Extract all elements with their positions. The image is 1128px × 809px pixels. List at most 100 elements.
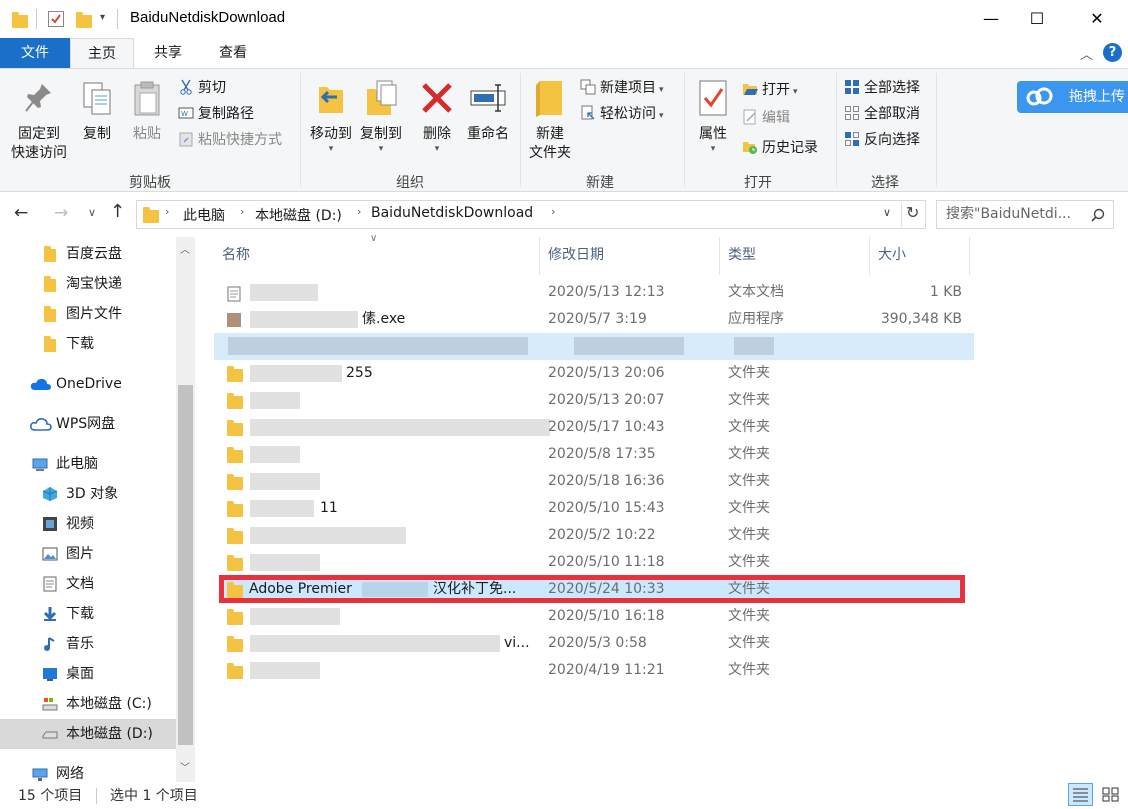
- pin-quick-access-button[interactable]: 固定到 快速访问: [8, 81, 70, 163]
- nav-item-this-pc[interactable]: 此电脑: [0, 449, 176, 479]
- nav-item-drive-c[interactable]: 本地磁盘 (C:): [0, 689, 176, 719]
- close-button[interactable]: ✕: [1074, 0, 1120, 38]
- back-arrow-icon[interactable]: ←: [14, 203, 28, 223]
- nav-item-pictures[interactable]: 图片: [0, 539, 176, 569]
- file-name: 255: [346, 365, 373, 381]
- scroll-down-icon[interactable]: ﹀: [180, 759, 190, 774]
- file-row[interactable]: 2020/5/8 17:35 文件夹: [222, 441, 962, 468]
- edit-button[interactable]: 编辑: [742, 107, 790, 129]
- select-all-button[interactable]: 全部选择: [844, 77, 920, 99]
- nav-item-onedrive[interactable]: OneDrive: [0, 369, 176, 399]
- file-row[interactable]: 2020/5/10 11:18 文件夹: [222, 549, 962, 576]
- copy-to-button[interactable]: 复制到 ▾: [356, 79, 406, 154]
- easy-access-button[interactable]: 轻松访问 ▾: [580, 103, 664, 125]
- up-arrow-icon[interactable]: ↑: [110, 201, 125, 222]
- file-date: 2020/5/17 10:43: [548, 419, 665, 435]
- help-icon[interactable]: ?: [1103, 43, 1122, 62]
- select-group-label: 选择: [871, 175, 899, 191]
- copy-path-button[interactable]: W 复制路径: [178, 103, 254, 125]
- customize-qat-icon[interactable]: ▾: [100, 12, 105, 23]
- properties-quick-icon[interactable]: [48, 11, 64, 27]
- file-row[interactable]: vi... 2020/5/3 0:58 文件夹: [222, 630, 962, 657]
- column-header-date[interactable]: 修改日期: [540, 237, 720, 275]
- cut-button[interactable]: 剪切: [178, 77, 226, 99]
- nav-item-drive-d[interactable]: 本地磁盘 (D:): [0, 719, 176, 749]
- nav-item-downloads-quick[interactable]: 下载: [0, 329, 176, 359]
- paste-shortcut-button[interactable]: 粘贴快捷方式: [178, 129, 282, 151]
- nav-item-image-files[interactable]: 图片文件: [0, 299, 176, 329]
- file-row[interactable]: 255 2020/5/13 20:06 文件夹: [222, 360, 962, 387]
- paste-button[interactable]: 粘贴: [126, 81, 168, 144]
- move-to-icon: [319, 87, 343, 113]
- nav-item-3d-objects[interactable]: 3D 对象: [0, 479, 176, 509]
- copy-button[interactable]: 复制: [76, 81, 118, 144]
- invert-selection-button[interactable]: 反向选择: [844, 129, 920, 151]
- baidu-upload-button[interactable]: 拖拽上传: [1017, 81, 1128, 113]
- properties-button[interactable]: 属性 ▾: [692, 79, 734, 154]
- copy-path-label: 复制路径: [198, 106, 254, 122]
- new-folder-quick-icon[interactable]: [76, 12, 92, 28]
- file-row[interactable]: 2020/4/19 11:21 文件夹: [222, 657, 962, 684]
- nav-item-wps-disk[interactable]: WPS网盘: [0, 409, 176, 439]
- nav-item-documents[interactable]: 文档: [0, 569, 176, 599]
- maximize-button[interactable]: ☐: [1014, 0, 1060, 38]
- recent-locations-icon[interactable]: ∨: [88, 206, 96, 219]
- nav-item-baidu-disk[interactable]: 百度云盘: [0, 239, 176, 269]
- copy-to-label: 复制到: [360, 126, 402, 142]
- collapse-ribbon-icon[interactable]: ︿: [1080, 44, 1093, 63]
- new-item-icon: [580, 79, 596, 95]
- refresh-icon[interactable]: ↻: [906, 203, 919, 222]
- nav-item-taobao[interactable]: 淘宝快递: [0, 269, 176, 299]
- select-none-button[interactable]: 全部取消: [844, 103, 920, 125]
- file-row[interactable]: 2020/5/13 20:07 文件夹: [222, 387, 962, 414]
- address-bar[interactable]: › 此电脑 › 本地磁盘 (D:) › BaiduNetdiskDownload…: [136, 200, 926, 229]
- new-folder-button[interactable]: 新建 文件夹: [526, 79, 574, 163]
- file-row[interactable]: 2020/5/10 16:18 文件夹: [222, 603, 962, 630]
- breadcrumb-folder[interactable]: BaiduNetdiskDownload: [371, 205, 533, 221]
- file-row[interactable]: [214, 333, 974, 360]
- breadcrumb-drive-d[interactable]: 本地磁盘 (D:): [255, 205, 342, 225]
- nav-item-desktop[interactable]: 桌面: [0, 659, 176, 689]
- nav-item-downloads[interactable]: 下载: [0, 599, 176, 629]
- minimize-button[interactable]: —: [968, 0, 1014, 38]
- file-row[interactable]: 2020/5/2 10:22 文件夹: [222, 522, 962, 549]
- history-button[interactable]: 历史记录: [742, 137, 818, 159]
- search-placeholder: 搜索"BaiduNetdi...: [946, 206, 1071, 222]
- tab-view[interactable]: 查看: [204, 38, 262, 68]
- cut-label: 剪切: [198, 80, 226, 96]
- file-row[interactable]: 2020/5/18 16:36 文件夹: [222, 468, 962, 495]
- nav-scroll-thumb[interactable]: [178, 385, 193, 745]
- details-view-icon[interactable]: [1068, 783, 1093, 806]
- new-item-button[interactable]: 新建项目 ▾: [580, 77, 664, 99]
- scroll-up-icon[interactable]: ︿: [180, 241, 190, 256]
- paste-label: 粘贴: [133, 126, 161, 142]
- wps-cloud-icon: [30, 418, 52, 431]
- column-header-type[interactable]: 类型: [720, 237, 870, 275]
- tab-home[interactable]: 主页: [70, 38, 134, 68]
- column-header-name[interactable]: 名称: [214, 237, 540, 275]
- delete-button[interactable]: 删除 ▾: [416, 79, 458, 154]
- file-row[interactable]: 2020/5/13 12:13 文本文档 1 KB: [222, 279, 962, 306]
- open-label: 打开: [762, 82, 790, 98]
- open-button[interactable]: 打开 ▾: [742, 79, 798, 101]
- file-row[interactable]: 11 2020/5/10 15:43 文件夹: [222, 495, 962, 522]
- nav-item-music[interactable]: 音乐: [0, 629, 176, 659]
- file-row[interactable]: 傃.exe 2020/5/7 3:19 应用程序 390,348 KB: [222, 306, 962, 333]
- file-type: 文件夹: [728, 392, 770, 408]
- move-to-button[interactable]: 移动到 ▾: [306, 79, 356, 154]
- column-header-size[interactable]: 大小: [870, 237, 970, 275]
- forward-arrow-icon[interactable]: →: [54, 203, 68, 223]
- large-icons-view-icon[interactable]: [1098, 783, 1123, 806]
- file-type: 文件夹: [728, 446, 770, 462]
- search-input[interactable]: 搜索"BaiduNetdi...: [936, 200, 1114, 229]
- nav-item-videos[interactable]: 视频: [0, 509, 176, 539]
- nav-scrollbar[interactable]: ︿ ﹀: [176, 237, 195, 782]
- tab-file[interactable]: 文件: [0, 38, 70, 68]
- file-type: 文件夹: [728, 554, 770, 570]
- system-drive-icon: [42, 698, 58, 711]
- tab-share[interactable]: 共享: [140, 38, 196, 68]
- rename-button[interactable]: 重命名: [462, 79, 514, 144]
- file-row[interactable]: 2020/5/17 10:43 文件夹: [222, 414, 962, 441]
- breadcrumb-this-pc[interactable]: 此电脑: [183, 205, 225, 225]
- address-history-dropdown-icon[interactable]: ∨: [883, 206, 891, 219]
